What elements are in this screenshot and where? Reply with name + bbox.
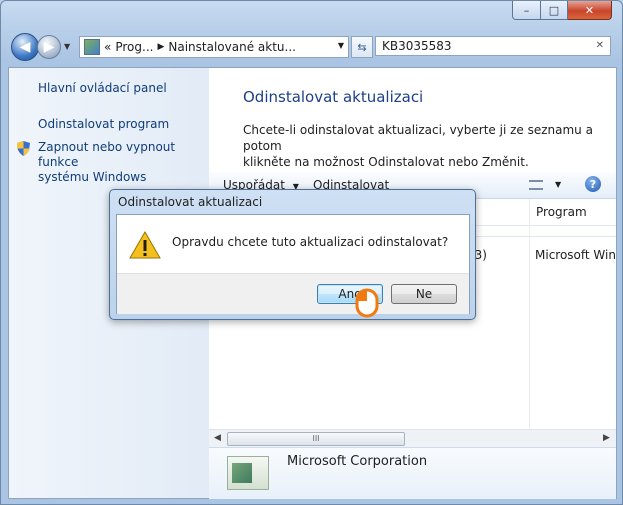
page-description: Chcete-li odinstalovat aktualizaci, vybe…	[243, 122, 603, 170]
sidebar-item-windows-features[interactable]: Zapnout nebo vypnout funkce systému Wind…	[38, 140, 209, 185]
no-button[interactable]: Ne	[391, 284, 457, 304]
mouse-click-icon	[355, 288, 379, 318]
scroll-left-icon[interactable]: ◀	[214, 433, 221, 443]
maximize-button[interactable]: □	[541, 1, 568, 20]
dialog-title: Odinstalovat aktualizaci	[118, 195, 263, 209]
dialog-body: Opravdu chcete tuto aktualizaci odinstal…	[116, 214, 470, 314]
help-icon[interactable]: ?	[585, 176, 601, 192]
back-button[interactable]: ◀	[11, 33, 39, 61]
sidebar-item-uninstall-program[interactable]: Odinstalovat program	[38, 117, 169, 132]
update-program-icon	[227, 456, 269, 490]
scroll-right-icon[interactable]: ▶	[603, 433, 610, 443]
column-divider	[529, 199, 530, 434]
view-dropdown-icon[interactable]: ▼	[555, 180, 561, 189]
page-title: Odinstalovat aktualizaci	[243, 88, 424, 106]
publisher-name: Microsoft Corporation	[287, 454, 428, 469]
minimize-button[interactable]: –	[512, 1, 541, 20]
scroll-thumb[interactable]: III	[227, 432, 405, 446]
caption-buttons: – □ ✕	[512, 1, 612, 20]
horizontal-scrollbar[interactable]: ◀ III ▶	[209, 429, 616, 447]
description-line2: klikněte na možnost Odinstalovat nebo Zm…	[243, 155, 529, 169]
close-button[interactable]: ✕	[568, 1, 612, 20]
uac-shield-icon	[17, 141, 30, 156]
address-dropdown-icon[interactable]: ▼	[338, 41, 344, 50]
description-line1: Chcete-li odinstalovat aktualizaci, vybe…	[243, 123, 593, 153]
confirm-dialog: Odinstalovat aktualizaci Opravdu chcete …	[109, 189, 476, 320]
search-value: KB3035583	[382, 39, 452, 53]
breadcrumb-programs[interactable]: Prog...	[115, 40, 153, 54]
search-input[interactable]: KB3035583 ✕	[375, 36, 611, 56]
details-pane: Microsoft Corporation	[209, 447, 616, 499]
control-panel-icon	[84, 39, 100, 55]
recent-pages-dropdown-icon[interactable]: ▼	[64, 42, 70, 51]
breadcrumb-overflow[interactable]: «	[104, 40, 111, 54]
navigation-bar: ◀ ▶ ▼ « Prog... ▶ Nainstalované aktu... …	[9, 33, 613, 61]
dialog-message: Opravdu chcete tuto aktualizaci odinstal…	[172, 235, 449, 249]
dialog-button-bar: Ano Ne	[117, 273, 469, 314]
row-program: Microsoft Wind	[535, 248, 616, 262]
address-bar[interactable]: « Prog... ▶ Nainstalované aktu... ▼	[79, 36, 349, 58]
sidebar-item-control-panel-home[interactable]: Hlavní ovládací panel	[38, 81, 167, 96]
breadcrumb-separator-icon[interactable]: ▶	[157, 42, 164, 52]
sidebar-item-label-line2: systému Windows	[38, 170, 147, 184]
breadcrumb-installed-updates[interactable]: Nainstalované aktu...	[168, 40, 296, 54]
refresh-button[interactable]: ⇆	[351, 36, 373, 58]
warning-icon	[129, 231, 161, 259]
column-header-program[interactable]: Program	[529, 199, 587, 225]
clear-search-icon[interactable]: ✕	[596, 40, 604, 51]
view-options-icon[interactable]	[529, 180, 543, 190]
sidebar-item-label-line1: Zapnout nebo vypnout funkce	[38, 140, 176, 169]
forward-button[interactable]: ▶	[37, 35, 61, 59]
